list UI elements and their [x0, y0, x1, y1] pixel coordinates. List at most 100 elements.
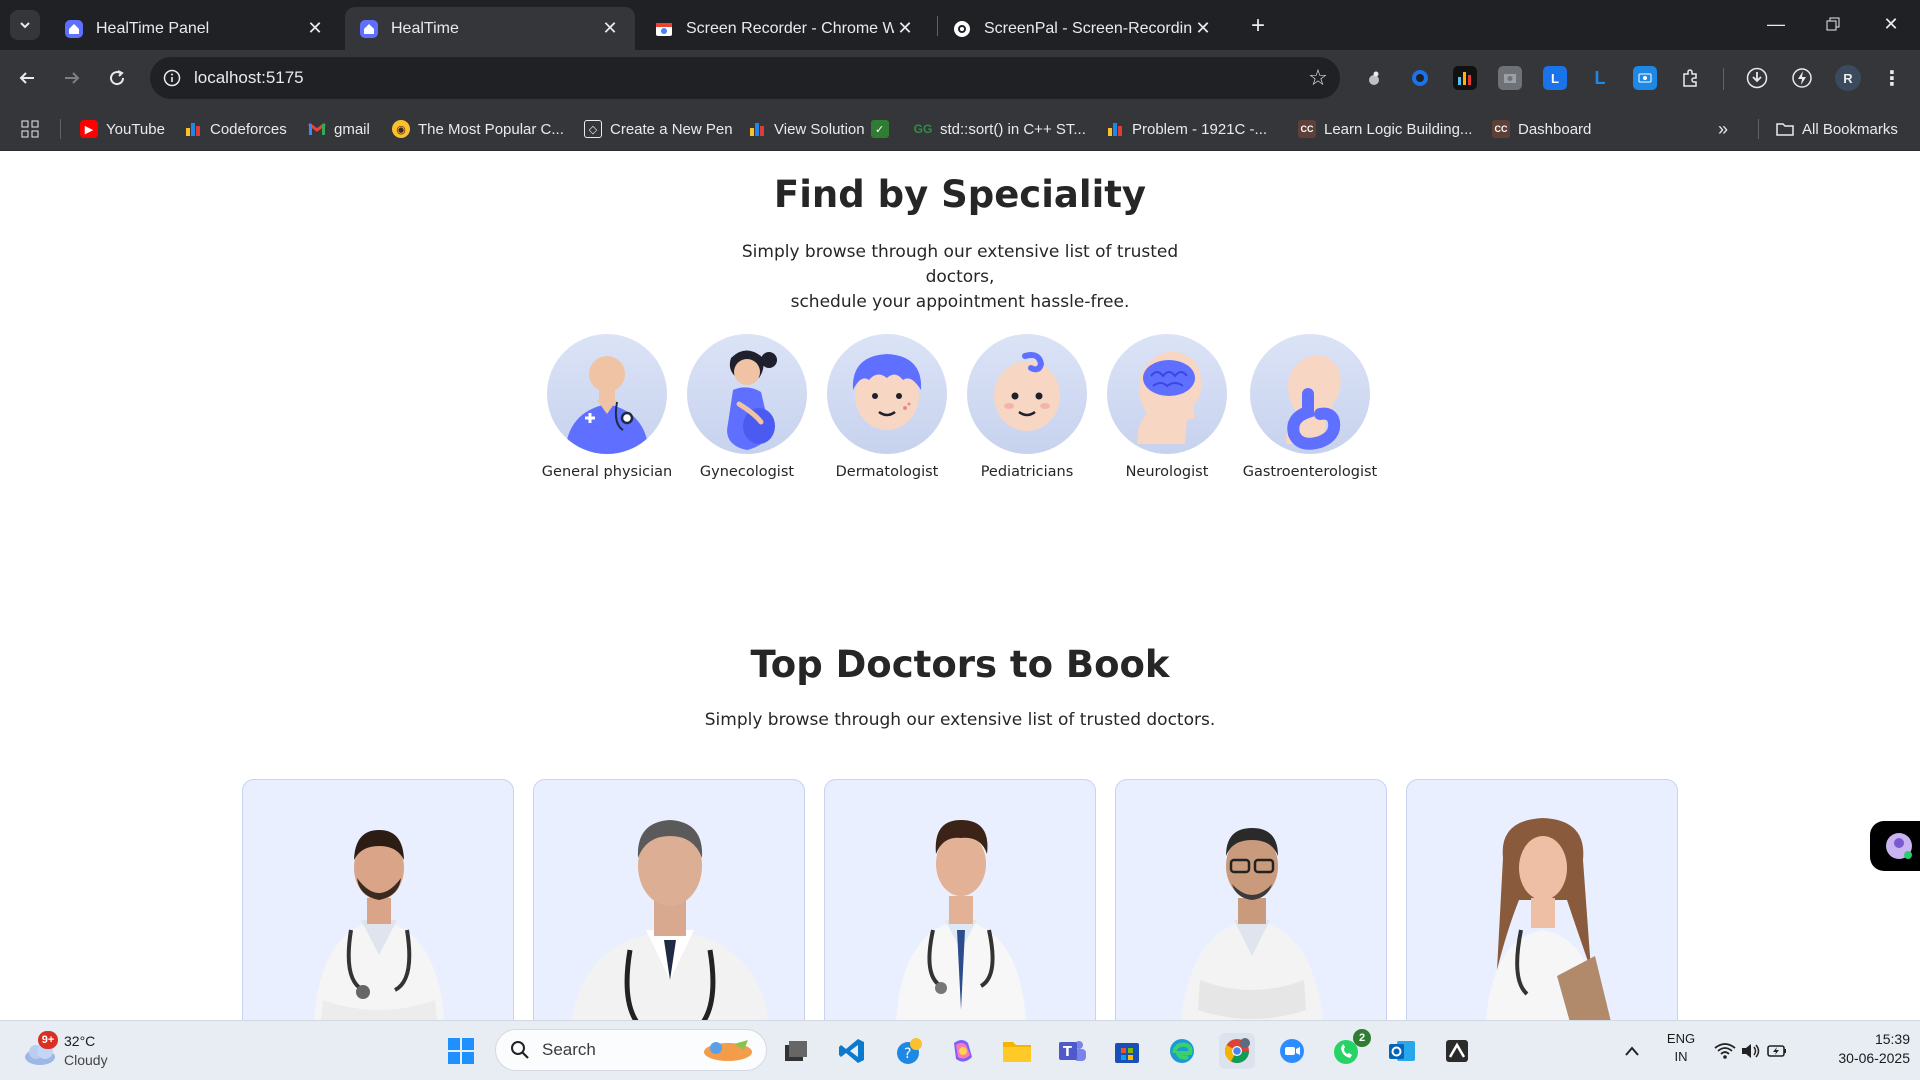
tab-search-button[interactable] — [10, 10, 40, 40]
taskbar-edge[interactable] — [1164, 1033, 1200, 1069]
taskbar-vscode[interactable] — [834, 1033, 870, 1069]
minimize-window-button[interactable]: — — [1753, 6, 1799, 42]
clock[interactable]: 15:39 30-06-2025 — [1800, 1031, 1910, 1071]
taskbar-acs-app[interactable] — [1439, 1033, 1475, 1069]
weather-widget[interactable]: 9+ 32°C Cloudy — [20, 1031, 140, 1071]
site-info-icon[interactable] — [150, 57, 194, 99]
taskbar-task-view[interactable] — [778, 1033, 814, 1069]
speciality-label: Dermatologist — [835, 464, 939, 480]
chat-assistant-button[interactable] — [1870, 821, 1920, 871]
taskbar-copilot[interactable] — [944, 1033, 980, 1069]
performance-icon[interactable] — [1790, 66, 1814, 90]
tab-healtime-panel[interactable]: HealTime Panel ✕ — [50, 7, 340, 50]
tab-screen-recorder[interactable]: Screen Recorder - Chrome Web ✕ — [640, 7, 930, 50]
taskbar-help[interactable]: ? — [890, 1033, 926, 1069]
tab-title: HealTime Panel — [96, 19, 210, 37]
taskbar-file-explorer[interactable] — [999, 1033, 1035, 1069]
tab-healtime[interactable]: HealTime ✕ — [345, 7, 635, 50]
volume-icon — [1742, 1044, 1760, 1058]
general-physician-icon — [547, 334, 667, 454]
assistant-avatar-icon — [1886, 833, 1912, 859]
new-tab-button[interactable]: + — [1244, 12, 1272, 40]
vscode-icon — [839, 1039, 864, 1063]
close-tab-icon[interactable]: ✕ — [894, 18, 916, 40]
windows-taskbar: 9+ 32°C Cloudy Search ? T 2 ENG IN 15:39… — [0, 1020, 1920, 1080]
bookmark-learn-logic[interactable]: CC Learn Logic Building... — [1298, 116, 1472, 142]
speciality-general-physician[interactable]: General physician — [537, 334, 677, 480]
doctor-card[interactable] — [242, 779, 514, 1020]
edge-icon — [1170, 1039, 1194, 1063]
address-bar[interactable]: localhost:5175 ☆ — [150, 57, 1340, 99]
close-tab-icon[interactable]: ✕ — [599, 18, 621, 40]
doctor-card[interactable] — [1406, 779, 1678, 1020]
doctor-card[interactable] — [533, 779, 805, 1020]
svg-text:T: T — [1063, 1045, 1072, 1060]
bookmark-std-sort[interactable]: GG std::sort() in C++ ST... — [914, 116, 1086, 142]
doctor-card[interactable] — [824, 779, 1096, 1020]
speciality-dermatologist[interactable]: Dermatologist — [817, 334, 957, 480]
forward-button[interactable] — [57, 63, 87, 93]
taskbar-teams[interactable]: T — [1054, 1033, 1090, 1069]
doctor-photo — [571, 820, 769, 1020]
language-code: ENG — [1666, 1031, 1696, 1046]
quick-settings-button[interactable] — [1712, 1033, 1790, 1069]
more-bookmarks-chevron-icon[interactable]: » — [1718, 116, 1728, 142]
bookmark-youtube[interactable]: ▶ YouTube — [80, 116, 165, 142]
all-bookmarks-button[interactable]: All Bookmarks — [1776, 116, 1898, 142]
close-tab-icon[interactable]: ✕ — [1192, 18, 1214, 40]
restore-window-button[interactable] — [1810, 6, 1856, 42]
profile-avatar[interactable]: R — [1835, 65, 1861, 91]
close-tab-icon[interactable]: ✕ — [304, 18, 326, 40]
search-icon — [511, 1041, 529, 1059]
extension-eyedropper-icon[interactable] — [1362, 66, 1386, 90]
codeforces-icon — [184, 120, 202, 138]
bookmark-gmail[interactable]: gmail — [308, 116, 370, 142]
back-button[interactable] — [12, 63, 42, 93]
downloads-icon[interactable] — [1745, 66, 1769, 90]
tab-screenpal[interactable]: ScreenPal - Screen-Recording ✕ — [938, 7, 1228, 50]
taskbar-search-box[interactable]: Search — [495, 1029, 767, 1071]
input-language-indicator[interactable]: ENG IN — [1662, 1031, 1700, 1071]
bookmark-label: Create a New Pen — [610, 120, 733, 138]
toolbar-divider — [1723, 68, 1724, 90]
doctor-card[interactable] — [1115, 779, 1387, 1020]
bookmark-codepen[interactable]: ◇ Create a New Pen — [584, 116, 733, 142]
taskbar-chrome[interactable] — [1219, 1033, 1255, 1069]
taskbar-microsoft-store[interactable] — [1109, 1033, 1145, 1069]
speciality-gastroenterologist[interactable]: Gastroenterologist — [1240, 334, 1380, 480]
bookmark-star-icon[interactable]: ☆ — [1296, 57, 1340, 99]
bookmark-most-popular[interactable]: ◉ The Most Popular C... — [392, 116, 564, 142]
speciality-neurologist[interactable]: Neurologist — [1097, 334, 1237, 480]
reload-button[interactable] — [102, 63, 132, 93]
extension-recorder-icon[interactable] — [1633, 66, 1657, 90]
codeforces-icon — [748, 120, 766, 138]
bookmark-dashboard[interactable]: CC Dashboard — [1492, 116, 1591, 142]
close-window-button[interactable]: ✕ — [1868, 6, 1914, 42]
extension-l-icon[interactable]: L — [1588, 66, 1612, 90]
url-text[interactable]: localhost:5175 — [194, 68, 1296, 88]
extension-screenshot-icon[interactable] — [1498, 66, 1522, 90]
checkmark-icon: ✓ — [870, 120, 889, 138]
speciality-pediatricians[interactable]: Pediatricians — [957, 334, 1097, 480]
extension-grammarly-icon[interactable] — [1408, 66, 1432, 90]
bookmark-label: Learn Logic Building... — [1324, 120, 1473, 138]
apps-grid-icon[interactable] — [20, 116, 40, 142]
speciality-gynecologist[interactable]: Gynecologist — [677, 334, 817, 480]
page-viewport: Find by Speciality Simply browse through… — [0, 151, 1920, 1020]
windows-start-button[interactable] — [443, 1033, 479, 1069]
extensions-puzzle-icon[interactable] — [1678, 66, 1702, 90]
task-view-icon — [785, 1041, 807, 1061]
taskbar-outlook[interactable] — [1384, 1033, 1420, 1069]
more-menu-icon[interactable]: ⋮ — [1880, 66, 1904, 90]
bookmark-view-solution[interactable]: View Solution ✓ — [748, 116, 897, 142]
bookmark-codeforces[interactable]: Codeforces — [184, 116, 287, 142]
taskbar-whatsapp[interactable]: 2 — [1329, 1029, 1371, 1069]
extension-leetcode-icon[interactable]: L — [1543, 66, 1567, 90]
taskbar-zoom[interactable] — [1274, 1033, 1310, 1069]
bookmark-label: Codeforces — [210, 120, 287, 138]
bookmark-problem-1921c[interactable]: Problem - 1921C -... — [1106, 116, 1267, 142]
show-hidden-icons-button[interactable] — [1614, 1033, 1650, 1069]
weather-description: Cloudy — [64, 1052, 108, 1068]
gynecologist-icon — [687, 334, 807, 454]
extension-chart-icon[interactable] — [1453, 66, 1477, 90]
